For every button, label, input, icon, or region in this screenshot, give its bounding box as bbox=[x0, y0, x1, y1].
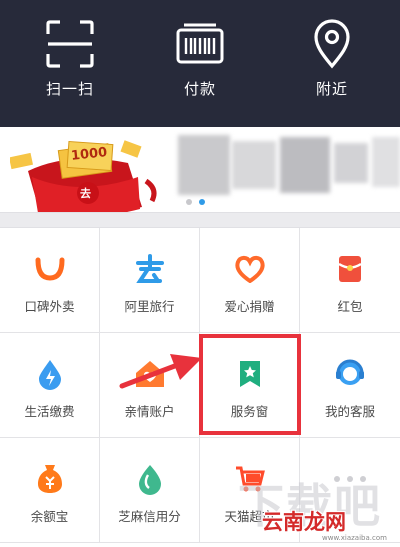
tmall-supermarket-icon bbox=[233, 462, 267, 496]
scan-icon bbox=[42, 16, 98, 72]
grid-item-ali-travel[interactable]: 阿里旅行 bbox=[100, 228, 200, 333]
blurred-block bbox=[178, 135, 230, 195]
grid-item-utility-payment[interactable]: 生活缴费 bbox=[0, 333, 100, 438]
top-action-bar: 扫一扫 付款 附近 bbox=[0, 0, 400, 127]
grid-label: 口碑外卖 bbox=[24, 299, 75, 314]
banner-envelope-text: 去 bbox=[80, 187, 91, 200]
more-dots-icon bbox=[333, 462, 367, 496]
grid-item-family-account[interactable]: 亲情账户 bbox=[100, 333, 200, 438]
grid-item-charity[interactable]: 爱心捐赠 bbox=[200, 228, 300, 333]
blurred-block bbox=[372, 137, 400, 187]
service-window-icon bbox=[233, 357, 267, 391]
blurred-block bbox=[334, 143, 368, 183]
grid-label: 芝麻信用分 bbox=[118, 509, 181, 524]
koubei-takeout-icon bbox=[33, 252, 67, 286]
carousel-dot[interactable] bbox=[186, 199, 192, 205]
scan-label: 扫一扫 bbox=[45, 80, 94, 98]
nearby-label: 附近 bbox=[315, 80, 348, 98]
yuebao-icon bbox=[33, 462, 67, 496]
blurred-block bbox=[280, 137, 330, 193]
grid-item-service-window[interactable]: 服务窗 bbox=[200, 333, 300, 438]
barcode-icon bbox=[172, 16, 228, 72]
grid-label: 服务窗 bbox=[230, 404, 269, 419]
ali-travel-icon bbox=[133, 252, 167, 286]
pay-label: 付款 bbox=[183, 80, 216, 98]
customer-service-icon bbox=[333, 357, 367, 391]
blurred-block bbox=[232, 141, 276, 189]
grid-item-tmall-supermarket[interactable]: 天猫超市 bbox=[200, 438, 300, 543]
utility-drop-icon bbox=[33, 357, 67, 391]
grid-item-customer-service[interactable]: 我的客服 bbox=[300, 333, 400, 438]
grid-label: 阿里旅行 bbox=[124, 299, 175, 314]
grid-label: 生活缴费 bbox=[24, 404, 75, 419]
family-account-icon bbox=[133, 357, 167, 391]
grid-label: 红包 bbox=[337, 299, 363, 314]
grid-item-yuebao[interactable]: 余额宝 bbox=[0, 438, 100, 543]
grid-item-red-envelope[interactable]: 红包 bbox=[300, 228, 400, 333]
scan-button[interactable]: 扫一扫 bbox=[20, 16, 120, 116]
charity-heart-icon bbox=[233, 252, 267, 286]
grid-label: 亲情账户 bbox=[124, 404, 175, 419]
grid-label: 余额宝 bbox=[30, 509, 69, 524]
app-grid: 口碑外卖 阿里旅行 爱心捐赠 红包 生活缴费 亲情账户 服务窗 我的客服 余额宝… bbox=[0, 228, 400, 547]
sesame-credit-icon bbox=[133, 462, 167, 496]
grid-label: 爱心捐赠 bbox=[224, 299, 275, 314]
grid-label: 我的客服 bbox=[324, 404, 375, 419]
section-divider bbox=[0, 212, 400, 228]
location-pin-icon bbox=[304, 16, 360, 72]
nearby-button[interactable]: 附近 bbox=[282, 16, 382, 116]
red-envelope-icon bbox=[333, 252, 367, 286]
grid-label: 天猫超市 bbox=[224, 509, 275, 524]
grid-item-sesame-credit[interactable]: 芝麻信用分 bbox=[100, 438, 200, 543]
pay-button[interactable]: 付款 bbox=[150, 16, 250, 116]
grid-item-koubei-takeout[interactable]: 口碑外卖 bbox=[0, 228, 100, 333]
carousel-dot-active[interactable] bbox=[199, 199, 205, 205]
grid-more-cell bbox=[300, 438, 400, 543]
